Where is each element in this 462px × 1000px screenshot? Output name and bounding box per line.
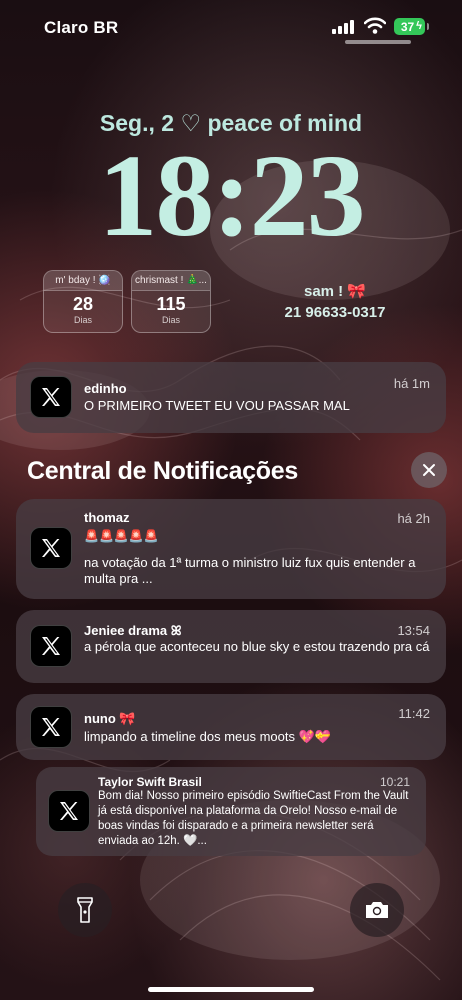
status-bar: Claro BR 37 ϟ <box>0 0 462 56</box>
notification-title: Jeniee drama ꕤ <box>84 623 182 638</box>
notification-time: há 1m <box>393 376 430 391</box>
notification-body: a pérola que aconteceu no blue sky e est… <box>84 639 430 654</box>
signal-icon <box>332 20 354 34</box>
camera-button[interactable] <box>350 883 404 937</box>
notification-taylor-swift-brasil[interactable]: Taylor Swift Brasil 10:21 Bom dia! Nosso… <box>36 767 426 856</box>
flashlight-button[interactable] <box>58 883 112 937</box>
widget-number: 115 <box>156 294 186 314</box>
notification-thomaz[interactable]: thomaz 🚨🚨🚨🚨🚨 há 2h na votação da 1ª turm… <box>16 499 446 599</box>
status-underline <box>345 40 411 44</box>
notification-body: na votação da 1ª turma o ministro luiz f… <box>84 555 416 586</box>
camera-icon <box>366 902 388 918</box>
lock-clock: 18:23 <box>98 130 365 261</box>
x-logo-icon <box>30 706 72 748</box>
countdown-widget-bday[interactable]: m' bday ! 🪩 28 Dias <box>43 270 123 333</box>
x-logo-icon <box>48 790 90 832</box>
carrier-label: Claro BR <box>44 18 119 37</box>
notification-title: thomaz <box>84 510 130 525</box>
notification-time: 13:54 <box>397 623 430 638</box>
wifi-icon <box>364 17 386 34</box>
close-icon <box>423 464 435 476</box>
contact-widget-phone[interactable]: 21 96633-0317 <box>262 304 408 321</box>
flashlight-icon <box>77 897 93 923</box>
charging-bolt-icon: ϟ <box>416 20 422 32</box>
notification-time: 11:42 <box>398 706 430 721</box>
clear-notifications-button[interactable] <box>411 452 447 488</box>
battery-indicator: 37 ϟ <box>394 18 429 35</box>
notification-jeniee-drama[interactable]: Jeniee drama ꕤ 13:54 a pérola que aconte… <box>16 610 446 683</box>
notification-body: O PRIMEIRO TWEET EU VOU PASSAR MAL <box>84 398 350 413</box>
widget-unit: Dias <box>73 315 92 325</box>
notification-body: Bom dia! Nosso primeiro episódio Swiftie… <box>98 790 409 847</box>
battery-level: 37 <box>400 19 415 34</box>
notification-title: Taylor Swift Brasil <box>98 775 202 789</box>
x-logo-icon <box>30 625 72 667</box>
x-logo-icon <box>30 527 72 569</box>
notification-emojis: 🚨🚨🚨🚨🚨 <box>84 529 159 543</box>
widget-unit: Dias <box>161 315 180 325</box>
notification-title: nuno 🎀 <box>84 711 136 726</box>
notification-edinho[interactable]: edinho há 1m O PRIMEIRO TWEET EU VOU PAS… <box>16 362 446 433</box>
notification-center-title: Central de Notificações <box>27 457 298 485</box>
notification-nuno[interactable]: nuno 🎀 11:42 limpando a timeline dos meu… <box>16 694 446 760</box>
contact-widget-name[interactable]: sam ! 🎀 <box>270 282 400 300</box>
notification-title: edinho <box>84 381 127 396</box>
home-indicator[interactable] <box>148 987 314 992</box>
countdown-widget-christmas[interactable]: chrismast ! 🎄... 115 Dias <box>131 270 211 333</box>
x-logo-icon <box>30 376 72 418</box>
notification-time: 10:21 <box>379 775 410 789</box>
notification-body: limpando a timeline dos meus moots 💖💝 <box>84 729 331 744</box>
widget-title: chrismast ! 🎄... <box>132 271 210 291</box>
notification-time: há 2h <box>397 511 430 526</box>
widget-number: 28 <box>72 294 94 314</box>
widget-title: m' bday ! 🪩 <box>44 271 122 291</box>
